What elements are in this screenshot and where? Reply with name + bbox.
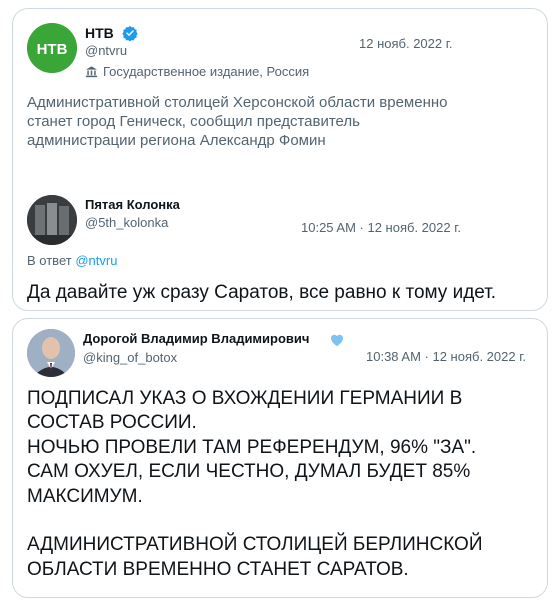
tweet-card-parody: Дорогой Владимир Владимирович @king_of_b… <box>12 318 548 598</box>
avatar-photo-icon <box>27 195 77 245</box>
state-building-icon <box>85 66 98 78</box>
ntv-logo-text: НТВ <box>37 41 68 58</box>
reply-author-name[interactable]: Пятая Колонка <box>85 197 180 212</box>
reply-to-line: В ответ @ntvru <box>27 253 117 268</box>
reply-text: Да давайте уж сразу Саратов, все равно к… <box>27 282 497 303</box>
ntv-avatar[interactable]: НТВ <box>27 23 77 73</box>
parody-tweet-text: ПОДПИСАЛ УКАЗ О ВХОЖДЕНИИ ГЕРМАНИИ В СОС… <box>27 388 483 580</box>
verified-badge-icon <box>122 26 138 41</box>
author-name[interactable]: НТВ <box>85 25 114 41</box>
state-media-label-text: Государственное издание, Россия <box>103 64 310 79</box>
blue-heart-icon <box>331 334 343 347</box>
reply-time[interactable]: 10:25 AM · 12 нояб. 2022 г. <box>301 220 461 235</box>
tweet-date[interactable]: 12 нояб. 2022 г. <box>359 36 453 51</box>
tweet-card-ntv: НТВ НТВ @ntvru 12 нояб. 2022 г. Государс… <box>12 8 548 311</box>
reply-to-handle-link[interactable]: @ntvru <box>75 253 117 268</box>
pyataya-kolonka-avatar[interactable] <box>27 195 77 245</box>
tweet-text: Административной столицей Херсонской обл… <box>27 94 448 149</box>
king-of-botox-avatar[interactable] <box>27 329 75 377</box>
reply-author-handle[interactable]: @5th_kolonka <box>85 215 168 230</box>
ntv-logo-icon: НТВ <box>27 23 77 73</box>
tweet-time-parody[interactable]: 10:38 AM · 12 нояб. 2022 г. <box>366 349 526 364</box>
author-name-parody[interactable]: Дорогой Владимир Владимирович <box>83 331 309 346</box>
state-media-label[interactable]: Государственное издание, Россия <box>85 64 309 79</box>
avatar-portrait-icon <box>27 329 75 377</box>
author-handle[interactable]: @ntvru <box>85 43 127 58</box>
author-handle-parody[interactable]: @king_of_botox <box>83 350 177 365</box>
reply-prefix: В ответ <box>27 253 72 268</box>
